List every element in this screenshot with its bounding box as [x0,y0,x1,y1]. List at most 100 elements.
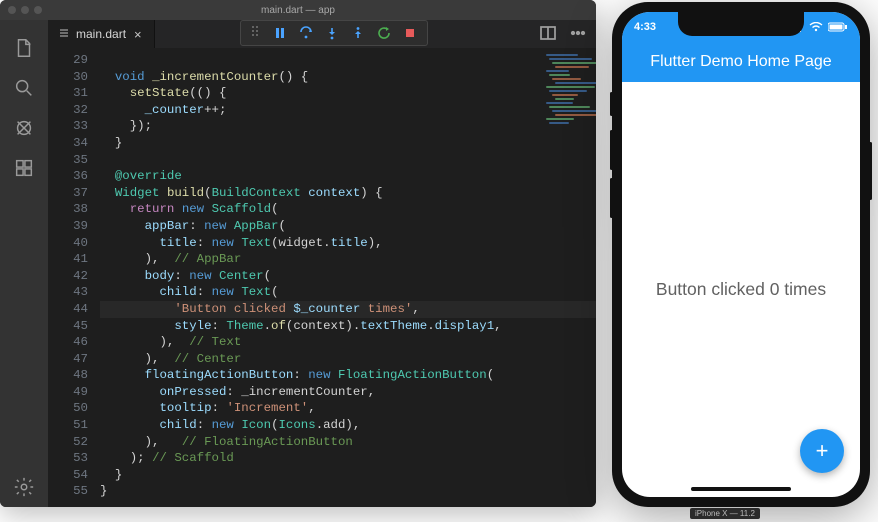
debug-restart-button[interactable] [377,26,391,40]
power-button [869,142,872,200]
code-line[interactable]: ), // Text [100,334,596,351]
code-line[interactable]: floatingActionButton: new FloatingAction… [100,367,596,384]
code-line[interactable]: void _incrementCounter() { [100,69,596,86]
line-number: 39 [48,218,88,235]
code-line[interactable]: ), // Center [100,351,596,368]
line-number: 42 [48,268,88,285]
code-line[interactable]: } [100,467,596,484]
close-window-icon[interactable] [8,6,16,14]
zoom-window-icon[interactable] [34,6,42,14]
explorer-icon[interactable] [0,28,48,68]
line-number: 30 [48,69,88,86]
line-number: 54 [48,467,88,484]
line-number: 33 [48,118,88,135]
code-line[interactable]: style: Theme.of(context).textTheme.displ… [100,318,596,335]
split-editor-icon[interactable] [540,25,556,44]
status-time: 4:33 [634,21,656,33]
code-line[interactable]: }); [100,118,596,135]
line-number: 36 [48,168,88,185]
debug-step-over-button[interactable] [299,26,313,40]
code-line[interactable]: ), // FloatingActionButton [100,434,596,451]
line-number: 41 [48,251,88,268]
code-line[interactable]: 'Button clicked $_counter times', [100,301,596,318]
line-number: 37 [48,185,88,202]
code-line[interactable]: tooltip: 'Increment', [100,400,596,417]
line-number: 47 [48,351,88,368]
line-number: 31 [48,85,88,102]
battery-icon [828,22,848,32]
code-line[interactable]: child: new Text( [100,284,596,301]
line-number: 51 [48,417,88,434]
line-number: 44 [48,301,88,318]
debug-pause-button[interactable] [273,26,287,40]
code-line[interactable]: onPressed: _incrementCounter, [100,384,596,401]
minimize-window-icon[interactable] [21,6,29,14]
simulator-label: iPhone X — 11.2 [690,508,760,519]
code-line[interactable]: } [100,135,596,152]
search-icon[interactable] [0,68,48,108]
debug-icon[interactable] [0,108,48,148]
debug-stop-button[interactable] [403,26,417,40]
extensions-icon[interactable] [0,148,48,188]
code-line[interactable]: title: new Text(widget.title), [100,235,596,252]
counter-text: Button clicked 0 times [656,279,826,300]
code-line[interactable]: Widget build(BuildContext context) { [100,185,596,202]
line-number: 52 [48,434,88,451]
code-line[interactable]: ), // AppBar [100,251,596,268]
line-number: 29 [48,52,88,69]
debug-step-into-button[interactable] [325,26,339,40]
window-traffic-lights[interactable] [8,6,42,14]
wifi-icon [809,22,823,32]
line-number: 49 [48,384,88,401]
app-bar: Flutter Demo Home Page [622,42,860,82]
more-icon[interactable] [570,25,586,44]
code-line[interactable]: } [100,483,596,500]
line-number: 35 [48,152,88,169]
tab-label: main.dart [76,27,126,41]
code-line[interactable]: return new Scaffold( [100,201,596,218]
line-number-gutter: 2930313233343536373839404142434445464748… [48,48,96,507]
mute-switch [610,92,613,116]
vscode-window: main.dart — app [0,0,596,507]
code-line[interactable]: body: new Center( [100,268,596,285]
code-line[interactable]: @override [100,168,596,185]
code-line[interactable]: appBar: new AppBar( [100,218,596,235]
code-line[interactable]: child: new Icon(Icons.add), [100,417,596,434]
line-number: 43 [48,284,88,301]
line-number: 55 [48,483,88,500]
line-number: 38 [48,201,88,218]
debug-toolbar[interactable] [240,20,428,46]
line-number: 50 [48,400,88,417]
editor-area[interactable]: 2930313233343536373839404142434445464748… [48,48,596,507]
drag-grip-icon[interactable] [251,24,261,42]
line-number: 53 [48,450,88,467]
code-line[interactable]: _counter++; [100,102,596,119]
line-number: 45 [48,318,88,335]
titlebar: main.dart — app [0,0,596,20]
code-line[interactable] [100,52,596,69]
volume-up-button [610,130,613,170]
home-indicator[interactable] [691,487,791,491]
file-list-icon [58,27,70,42]
code-line[interactable]: setState(() { [100,85,596,102]
floating-action-button[interactable]: + [800,429,844,473]
activity-bar [0,20,48,507]
line-number: 34 [48,135,88,152]
code-line[interactable]: ); // Scaffold [100,450,596,467]
window-title: main.dart — app [261,5,335,16]
volume-down-button [610,178,613,218]
settings-gear-icon[interactable] [0,467,48,507]
line-number: 48 [48,367,88,384]
code-content[interactable]: void _incrementCounter() { setState(() {… [96,48,596,507]
phone-screen: 4:33 Flutter Demo Home Page Button click… [622,12,860,497]
line-number: 32 [48,102,88,119]
tab-main-dart[interactable]: main.dart × [48,20,155,48]
close-icon[interactable]: × [132,27,144,42]
notch [678,12,804,36]
line-number: 40 [48,235,88,252]
code-line[interactable] [100,152,596,169]
plus-icon: + [816,438,829,464]
simulator-window: 4:33 Flutter Demo Home Page Button click… [612,2,870,507]
debug-step-out-button[interactable] [351,26,365,40]
line-number: 46 [48,334,88,351]
